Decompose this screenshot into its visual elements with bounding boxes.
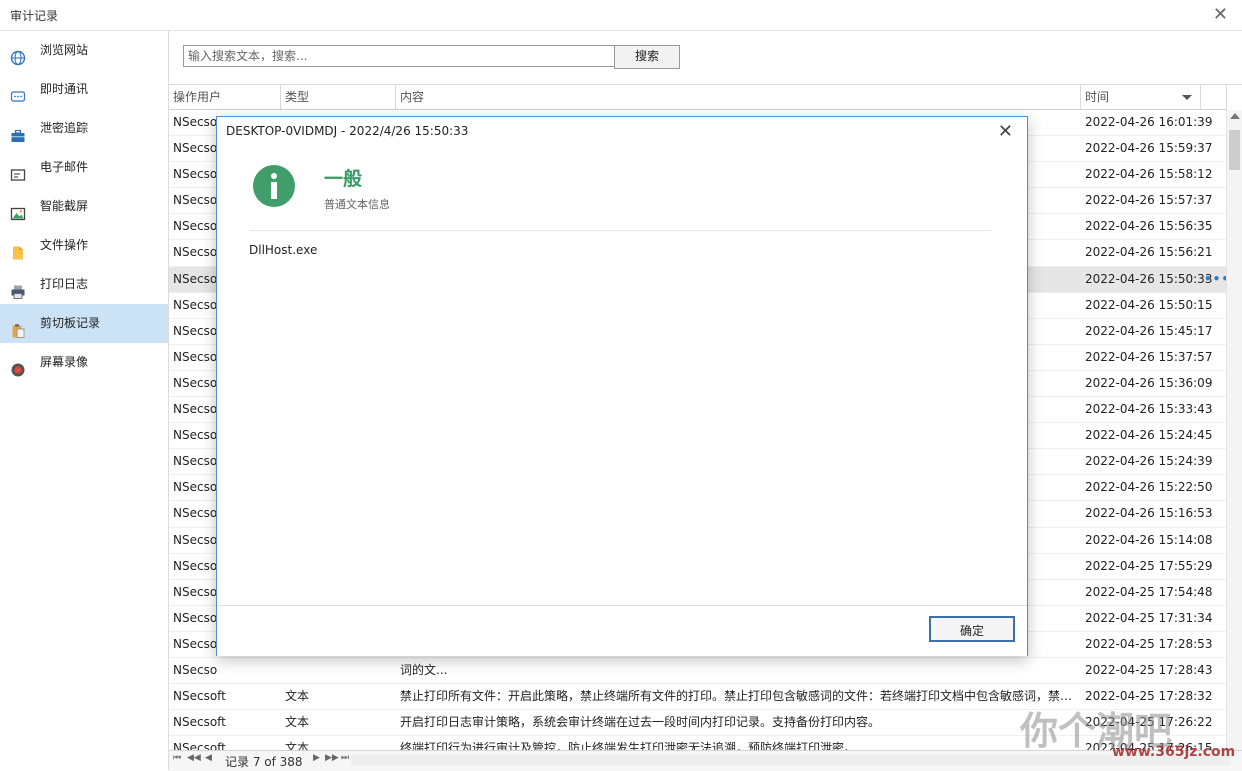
header-user[interactable]: 操作用户 [169, 85, 281, 109]
message-dialog: DESKTOP-0VIDMDJ - 2022/4/26 15:50:33 ✕ 一… [216, 116, 1028, 656]
cell-user: NSecso [173, 662, 218, 677]
printer-icon [10, 277, 26, 299]
horizontal-scrollbar[interactable] [351, 755, 1231, 765]
cell-time: 2022-04-26 15:16:53 [1085, 506, 1213, 521]
last-page-icon[interactable]: ⏭ [341, 753, 349, 763]
cell-time: 2022-04-26 15:24:45 [1085, 428, 1213, 443]
cell-time: 2022-04-26 15:22:50 [1085, 480, 1213, 495]
search-toolbar: 搜索 [169, 31, 1242, 85]
cell-time: 2022-04-26 15:50:15 [1085, 297, 1213, 312]
cell-time: 2022-04-26 15:59:37 [1085, 141, 1213, 156]
record-icon [10, 355, 26, 377]
first-page-icon[interactable]: ⏮ [173, 753, 181, 763]
cell-content: 终端打印行为进行审计及管控，防止终端发生打印泄密无法追溯，预防终端打印泄密。 [400, 741, 857, 750]
cell-type: 文本 [285, 689, 310, 704]
briefcase-icon [10, 121, 26, 142]
search-button[interactable]: 搜索 [614, 45, 680, 69]
sidebar-item-label: 剪切板记录 [40, 316, 101, 330]
pager-info: 记录 7 of 388 [225, 755, 303, 769]
image-icon [10, 199, 26, 221]
vertical-scrollbar[interactable] [1226, 110, 1242, 750]
sidebar-item-mail[interactable]: 电子邮件 [0, 148, 168, 187]
cell-time: 2022-04-25 17:28:43 [1085, 662, 1213, 677]
dialog-body-text: DllHost.exe [249, 243, 318, 257]
cell-time: 2022-04-26 15:14:08 [1085, 532, 1213, 547]
dialog-subtitle: 普通文本信息 [324, 198, 390, 211]
sidebar-item-clipboard[interactable]: 剪切板记录 [0, 304, 168, 343]
window-close-icon[interactable]: ✕ [1213, 4, 1228, 25]
dialog-footer: 确定 [217, 605, 1027, 656]
clipboard-icon [10, 316, 26, 338]
sidebar-item-record[interactable]: 屏幕录像 [0, 343, 168, 382]
dialog-title: DESKTOP-0VIDMDJ - 2022/4/26 15:50:33 [226, 124, 469, 138]
sidebar-item-briefcase[interactable]: 泄密追踪 [0, 109, 168, 148]
cell-content: 开启打印日志审计策略，系统会审计终端在过去一段时间内打印记录。支持备份打印内容。 [400, 715, 881, 730]
file-icon [10, 238, 26, 260]
sidebar-item-label: 智能截屏 [40, 199, 89, 213]
globe-icon [10, 43, 26, 66]
sort-down-icon[interactable] [1182, 95, 1192, 100]
cell-time: 2022-04-26 15:24:39 [1085, 454, 1213, 469]
sidebar-item-label: 电子邮件 [40, 160, 89, 174]
sidebar-item-file[interactable]: 文件操作 [0, 226, 168, 265]
cell-time: 2022-04-26 15:45:17 [1085, 323, 1213, 338]
sidebar-item-chat[interactable]: 即时通讯 [0, 70, 168, 109]
sidebar-item-globe[interactable]: 浏览网站 [0, 31, 168, 70]
header-time[interactable]: 时间 [1081, 85, 1201, 109]
cell-time: 2022-04-25 17:28:53 [1085, 636, 1213, 651]
info-icon [253, 165, 295, 207]
prev-page-icon[interactable]: ◀ [205, 753, 212, 763]
cell-time: 2022-04-26 15:56:21 [1085, 245, 1213, 260]
cell-content: 词的文... [400, 662, 448, 677]
sidebar-item-label: 即时通讯 [40, 82, 89, 96]
sidebar-item-label: 文件操作 [40, 238, 89, 252]
sidebar-item-image[interactable]: 智能截屏 [0, 187, 168, 226]
sidebar-item-label: 打印日志 [40, 277, 89, 291]
table-row[interactable]: NSecso 词的文... 2022-04-25 17:28:43 [169, 658, 1226, 685]
dialog-close-icon[interactable]: ✕ [998, 121, 1013, 142]
cell-user: NSecsoft [173, 689, 226, 704]
sidebar-item-label: 泄密追踪 [40, 121, 89, 135]
mail-icon [10, 160, 26, 181]
watermark-url: www.365jz.com [1112, 744, 1236, 760]
cell-type: 文本 [285, 715, 310, 730]
sidebar: 浏览网站即时通讯泄密追踪电子邮件智能截屏文件操作打印日志剪切板记录屏幕录像 [0, 31, 169, 770]
more-options-icon[interactable]: ••• [1204, 267, 1226, 292]
cell-user: NSecsoft [173, 741, 226, 750]
next-page-group-icon[interactable]: ▶▶ [325, 753, 339, 763]
dialog-divider [250, 230, 991, 231]
cell-time: 2022-04-26 15:36:09 [1085, 375, 1213, 390]
header-type[interactable]: 类型 [281, 85, 396, 109]
cell-time: 2022-04-25 17:31:34 [1085, 610, 1213, 625]
ok-button[interactable]: 确定 [929, 616, 1015, 642]
cell-time: 2022-04-26 15:56:35 [1085, 219, 1213, 234]
next-page-icon[interactable]: ▶ [313, 753, 320, 763]
header-time-label: 时间 [1085, 90, 1110, 104]
window-title: 审计记录 [10, 9, 59, 23]
header-corner [1226, 85, 1242, 111]
cell-time: 2022-04-26 16:01:39 [1085, 115, 1213, 129]
chat-icon [10, 82, 26, 102]
table-header: 操作用户 类型 内容 时间 [169, 85, 1226, 110]
cell-time: 2022-04-25 17:54:48 [1085, 584, 1213, 599]
cell-type: 文本 [285, 741, 310, 750]
dialog-heading: 一般 [324, 168, 363, 190]
cell-user: NSecsoft [173, 715, 226, 730]
sidebar-item-printer[interactable]: 打印日志 [0, 265, 168, 304]
sidebar-item-label: 屏幕录像 [40, 355, 89, 369]
scroll-up-icon[interactable] [1230, 113, 1240, 119]
cell-time: 2022-04-26 15:33:43 [1085, 402, 1213, 417]
window-titlebar: 审计记录 ✕ [0, 0, 1242, 31]
header-content[interactable]: 内容 [396, 85, 1081, 109]
cell-time: 2022-04-25 17:55:29 [1085, 558, 1213, 573]
scrollbar-thumb[interactable] [1229, 130, 1240, 170]
sidebar-item-label: 浏览网站 [40, 43, 89, 57]
cell-content: 禁止打印所有文件：开启此策略，禁止终端所有文件的打印。禁止打印包含敏感词的文件：… [400, 689, 1081, 704]
cell-time: 2022-04-26 15:37:57 [1085, 349, 1213, 364]
cell-time: 2022-04-26 15:57:37 [1085, 193, 1213, 208]
search-input[interactable] [183, 45, 617, 67]
cell-time: 2022-04-26 15:58:12 [1085, 167, 1213, 182]
prev-page-group-icon[interactable]: ◀◀ [187, 753, 201, 763]
